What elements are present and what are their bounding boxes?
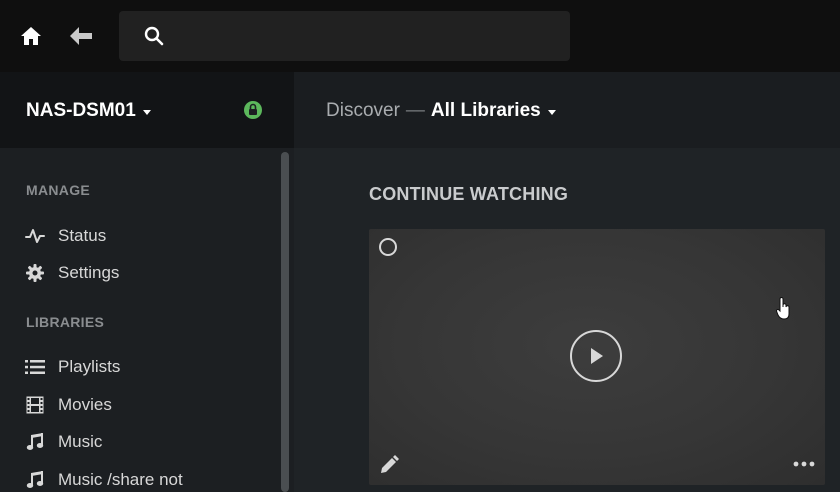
discover-link[interactable]: Discover [326,100,400,122]
sidebar-scrollbar[interactable] [281,152,289,492]
select-circle-icon[interactable] [379,238,397,256]
lock-icon[interactable] [243,100,263,120]
more-options-icon[interactable] [793,459,815,469]
sidebar-item-music[interactable]: Music [24,428,274,456]
gear-icon [24,262,46,284]
sidebar-item-playlists[interactable]: Playlists [24,353,274,381]
sidebar-item-label: Status [58,226,107,245]
pencil-icon[interactable] [379,455,399,475]
list-icon [24,356,46,378]
sidebar-item-movies[interactable]: Movies [24,391,274,419]
sidebar-item-label: Settings [58,263,120,282]
sidebar: NAS-DSM01 MANAGE Status Settings LIBRARI… [0,72,294,492]
continue-watching-title[interactable]: CONTINUE WATCHING [369,184,568,205]
music-note-icon [24,431,46,453]
libraries-section-title: LIBRARIES [26,314,105,330]
server-selector[interactable]: NAS-DSM01 [26,100,151,122]
film-icon [24,394,46,416]
search-input[interactable] [177,11,557,61]
manage-section-title: MANAGE [26,182,91,198]
chevron-down-icon [142,109,151,115]
home-button[interactable] [17,22,45,50]
activity-icon [24,225,46,247]
sidebar-item-settings[interactable]: Settings [24,259,274,287]
media-card[interactable] [369,229,825,485]
chevron-down-icon[interactable] [547,109,556,115]
top-bar [0,0,840,72]
library-selector[interactable]: All Libraries [431,100,541,122]
sidebar-item-status[interactable]: Status [24,222,274,250]
back-arrow-icon [70,27,92,45]
sidebar-item-music-share[interactable]: Music /share not [24,466,274,492]
play-button[interactable] [570,330,622,382]
home-icon [21,27,41,45]
breadcrumb: Discover — All Libraries [326,100,556,122]
breadcrumb-separator: — [405,100,425,121]
sidebar-item-label: Music [58,432,103,451]
play-icon [591,348,603,364]
sidebar-item-label: Music /share not [58,470,183,489]
main-header: Discover — All Libraries [294,72,840,148]
server-name: NAS-DSM01 [26,100,136,121]
search-icon [144,26,164,46]
sidebar-item-label: Movies [58,395,112,414]
main-content: Discover — All Libraries CONTINUE WATCHI… [294,72,840,492]
sidebar-item-label: Playlists [58,357,121,376]
search-box[interactable] [119,11,570,61]
back-button[interactable] [67,22,95,50]
music-note-icon [24,469,46,491]
server-bar: NAS-DSM01 [0,72,294,148]
